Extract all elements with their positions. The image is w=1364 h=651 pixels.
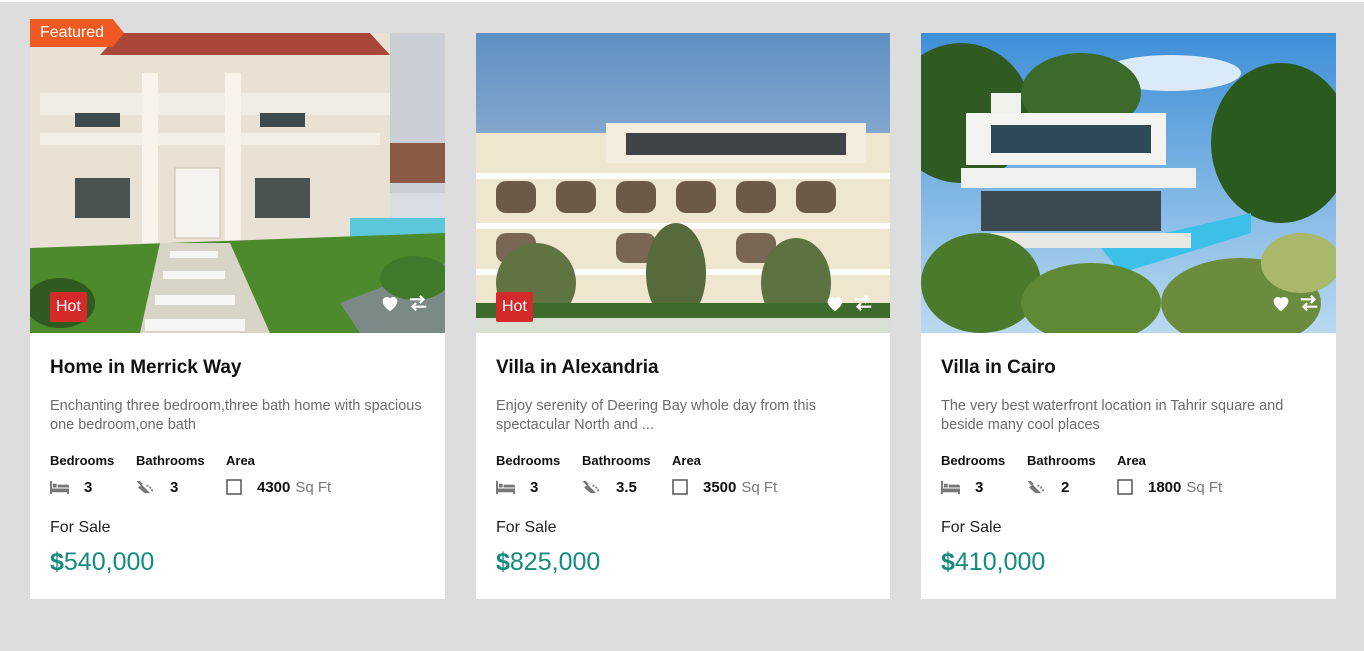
property-title[interactable]: Villa in Alexandria <box>496 357 870 379</box>
featured-ribbon: Featured <box>30 19 125 47</box>
property-specs: Bedrooms 3 Bathrooms 2 Area 1800 Sq Ft <box>941 453 1316 496</box>
hot-badge: Hot <box>50 292 87 322</box>
listing-status: For Sale <box>496 519 557 536</box>
price: $540,000 <box>50 548 425 576</box>
area-icon <box>1117 479 1133 495</box>
bedrooms-value: 3 <box>975 478 984 496</box>
heart-icon[interactable] <box>379 292 401 314</box>
compare-icon[interactable] <box>852 292 874 314</box>
bed-icon <box>496 480 515 494</box>
property-photo[interactable]: Hot <box>30 33 445 333</box>
bath-icon <box>583 480 599 493</box>
bathrooms-label: Bathrooms <box>1027 453 1096 468</box>
listing-status: For Sale <box>50 519 111 536</box>
compare-icon[interactable] <box>407 292 429 314</box>
bathrooms-value: 2 <box>1061 478 1070 496</box>
property-photo[interactable]: Hot <box>476 33 890 333</box>
bedrooms-label: Bedrooms <box>941 453 1006 468</box>
area-value: 3500 <box>703 478 737 496</box>
area-unit: Sq Ft <box>741 478 778 496</box>
bathrooms-value: 3 <box>170 478 179 496</box>
hot-badge: Hot <box>496 292 533 322</box>
area-label: Area <box>672 453 701 468</box>
villa-photo-image <box>30 33 445 333</box>
property-title[interactable]: Home in Merrick Way <box>50 357 425 379</box>
property-card[interactable]: Hot Villa in Alexandria Enjoy serenity o… <box>476 33 890 599</box>
bath-icon <box>1028 480 1044 493</box>
bedrooms-label: Bedrooms <box>50 453 115 468</box>
bathrooms-value: 3.5 <box>616 478 637 496</box>
bed-icon <box>941 480 960 494</box>
price-value: 540,000 <box>63 548 155 576</box>
heart-icon[interactable] <box>1270 292 1292 314</box>
bed-icon <box>50 480 69 494</box>
property-card[interactable]: Villa in Cairo The very best waterfront … <box>921 33 1336 599</box>
price-value: 825,000 <box>509 548 601 576</box>
currency-symbol: $ <box>496 548 510 576</box>
listing-status: For Sale <box>941 519 1002 536</box>
area-value: 1800 <box>1148 478 1182 496</box>
compare-icon[interactable] <box>1298 292 1320 314</box>
property-title[interactable]: Villa in Cairo <box>941 357 1316 379</box>
bath-icon <box>137 480 153 493</box>
property-description: Enjoy serenity of Deering Bay whole day … <box>496 398 816 433</box>
top-divider <box>0 0 1364 2</box>
area-value: 4300 <box>257 478 291 496</box>
bedrooms-value: 3 <box>84 478 93 496</box>
property-specs: Bedrooms 3 Bathrooms 3.5 Area 3500 Sq Ft <box>496 453 870 496</box>
area-icon <box>226 479 242 495</box>
price: $410,000 <box>941 548 1316 576</box>
property-specs: Bedrooms 3 Bathrooms 3 Area 4300 Sq Ft <box>50 453 425 496</box>
property-photo[interactable] <box>921 33 1336 333</box>
area-unit: Sq Ft <box>1186 478 1223 496</box>
property-description: The very best waterfront location in Tah… <box>941 398 1284 433</box>
bathrooms-label: Bathrooms <box>582 453 651 468</box>
area-label: Area <box>226 453 255 468</box>
bedrooms-label: Bedrooms <box>496 453 561 468</box>
currency-symbol: $ <box>50 548 64 576</box>
property-description: Enchanting three bedroom,three bath home… <box>50 398 422 433</box>
area-icon <box>672 479 688 495</box>
price: $825,000 <box>496 548 870 576</box>
area-unit: Sq Ft <box>295 478 332 496</box>
currency-symbol: $ <box>941 548 955 576</box>
bathrooms-label: Bathrooms <box>136 453 205 468</box>
bedrooms-value: 3 <box>530 478 539 496</box>
area-label: Area <box>1117 453 1146 468</box>
modern-villa-photo-image <box>921 33 1336 333</box>
heart-icon[interactable] <box>824 292 846 314</box>
apartment-photo-image <box>476 33 890 333</box>
price-value: 410,000 <box>954 548 1046 576</box>
property-card[interactable]: Hot Home in Merrick Way Enchanting three… <box>30 33 445 599</box>
